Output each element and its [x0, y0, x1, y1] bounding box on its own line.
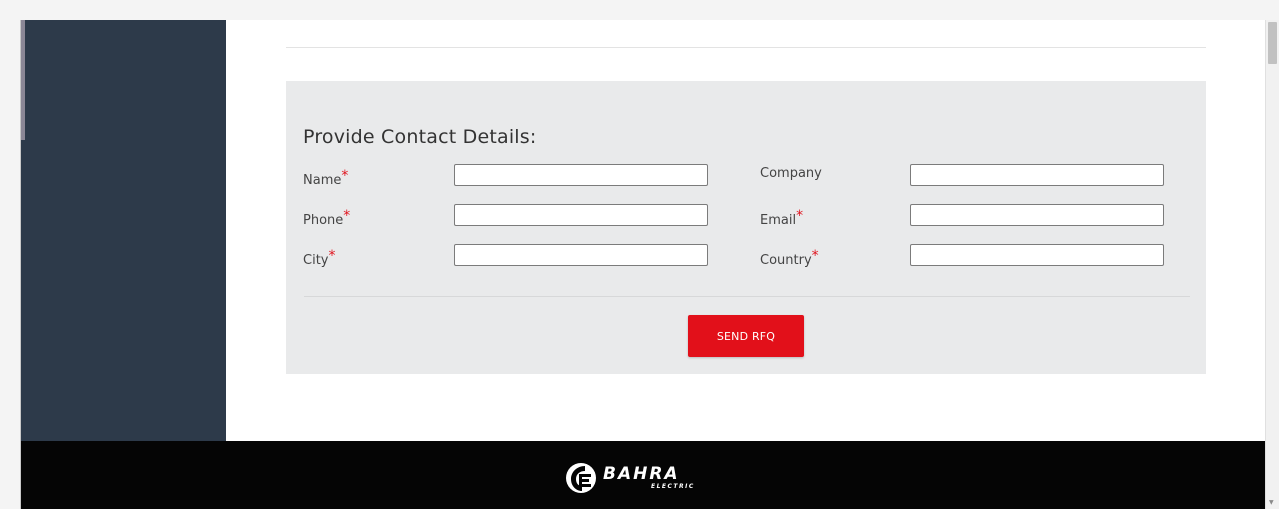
sidebar-highlight [21, 20, 25, 140]
required-marker: * [328, 248, 336, 264]
logo-wordmark: BAHRA ELECTRIC [603, 462, 723, 494]
company-label: Company [760, 166, 822, 182]
country-label: Country* [760, 248, 819, 269]
vertical-scrollbar[interactable]: ▼ [1265, 20, 1279, 509]
section-divider [286, 47, 1206, 48]
panel-title: Provide Contact Details: [303, 126, 537, 148]
sidebar [21, 20, 226, 441]
email-field[interactable] [910, 204, 1164, 226]
city-field[interactable] [454, 244, 708, 266]
phone-label: Phone* [303, 208, 350, 229]
form-divider [304, 296, 1190, 297]
bahra-logo[interactable]: BAHRA ELECTRIC [565, 462, 723, 494]
company-label-text: Company [760, 166, 822, 181]
required-marker: * [343, 208, 351, 224]
scroll-down-arrow-icon[interactable]: ▼ [1269, 499, 1274, 507]
bahra-logo-icon [566, 463, 596, 493]
footer: BAHRA ELECTRIC [21, 441, 1265, 509]
name-field[interactable] [454, 164, 708, 186]
city-label-text: City [303, 253, 329, 268]
window-left-edge [0, 0, 20, 509]
email-label-text: Email [760, 213, 797, 228]
phone-field[interactable] [454, 204, 708, 226]
name-label-text: Name [303, 173, 342, 188]
logo-name: BAHRA [603, 464, 680, 484]
city-label: City* [303, 248, 335, 269]
scrollbar-thumb[interactable] [1268, 22, 1277, 64]
window-top-edge [0, 0, 1279, 20]
company-field[interactable] [910, 164, 1164, 186]
country-label-text: Country [760, 253, 812, 268]
send-rfq-button[interactable]: SEND RFQ [688, 315, 804, 357]
required-marker: * [341, 168, 349, 184]
phone-label-text: Phone [303, 213, 344, 228]
country-field[interactable] [910, 244, 1164, 266]
logo-subtitle: ELECTRIC [651, 483, 695, 490]
required-marker: * [796, 208, 804, 224]
required-marker: * [811, 248, 819, 264]
contact-details-panel: Provide Contact Details: Name* Company P… [286, 81, 1206, 374]
email-label: Email* [760, 208, 803, 229]
name-label: Name* [303, 168, 348, 189]
